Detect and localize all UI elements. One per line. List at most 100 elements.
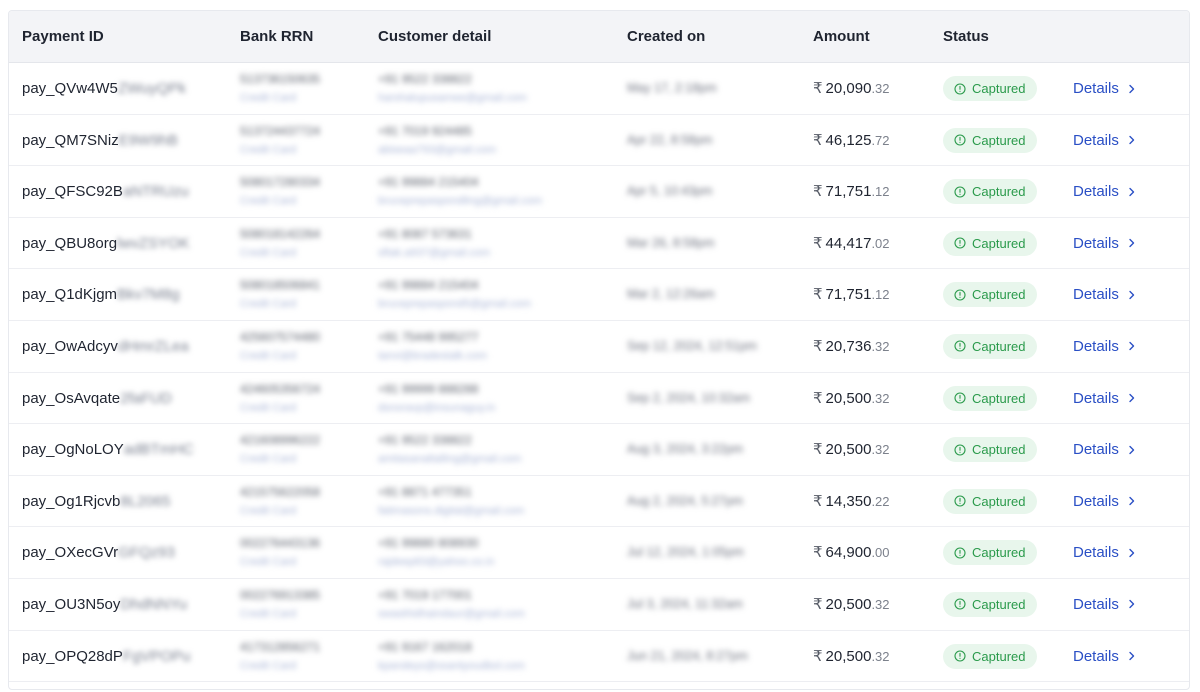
payment-id-redacted: E9W9hB <box>118 131 178 149</box>
created-on-cell: Jul 12, 2024, 1:05pm <box>627 527 807 578</box>
clock-circle-icon <box>954 650 966 662</box>
created-on-value: Aug 2, 2024, 5:27pm <box>627 493 744 508</box>
amount-value: ₹20,500.32 <box>813 441 890 458</box>
table-row[interactable]: pay_OU3N5oyDhdNNYu 002276913385 Credit Car… <box>9 579 1189 631</box>
status-badge: Captured <box>943 385 1038 411</box>
bank-rrn-value: 508018506841 <box>240 278 321 293</box>
amount-integer: 71,751 <box>825 286 872 304</box>
details-cell: Details <box>1073 476 1173 527</box>
status-badge: Captured <box>943 437 1038 463</box>
table-row[interactable]: pay_QFSC92BaNTRUzu 508017280334 Credit Car… <box>9 166 1189 218</box>
payment-id[interactable]: pay_QM7SNizE9W9hB <box>22 132 178 149</box>
payment-id-cell: pay_OXecGVrGFQz93 <box>22 527 232 578</box>
table-row[interactable]: pay_Og1Rjcvb8L2065 421575622058 Credit Car… <box>9 476 1189 528</box>
payment-id[interactable]: pay_OPQ28dPFgVPOPu <box>22 648 190 665</box>
payment-id-cell: pay_OU3N5oyDhdNNYu <box>22 579 232 630</box>
table-row[interactable]: pay_OsAvqate2faFUD 424605356724 Credit Car… <box>9 373 1189 425</box>
chevron-right-icon <box>1129 84 1135 93</box>
status-label: Captured <box>972 648 1026 664</box>
bank-rrn-value: 002276913385 <box>240 587 321 602</box>
details-link[interactable]: Details <box>1073 631 1137 682</box>
bank-rrn-cell: 513736150635 Credit Card <box>240 63 370 114</box>
rupee-icon: ₹ <box>813 492 823 510</box>
details-link[interactable]: Details <box>1073 269 1137 320</box>
payment-id-redacted: adBTmHC <box>123 441 194 459</box>
details-link[interactable]: Details <box>1073 218 1137 269</box>
created-on-cell: Aug 2, 2024, 5:27pm <box>627 476 807 527</box>
payment-id-visible: pay_OU3N5oy <box>22 595 121 613</box>
status-cell: Captured <box>943 269 1063 320</box>
table-row[interactable]: pay_QM7SNizE9W9hB 513724437724 Credit Card… <box>9 115 1189 167</box>
status-cell: Captured <box>943 218 1063 269</box>
table-header: Payment ID Bank RRN Customer detail Crea… <box>9 11 1189 63</box>
status-label: Captured <box>972 287 1026 303</box>
bank-rrn-value: 425607574480 <box>240 329 321 344</box>
status-badge: Captured <box>943 230 1038 256</box>
customer-detail-cell: +91 8871 477351 fatimasons.digital@gmail.… <box>378 476 618 527</box>
payment-id[interactable]: pay_OgNoLOYadBTmHC <box>22 441 194 458</box>
payment-id-redacted: Bkv7M8g <box>117 286 180 304</box>
payment-method: Credit Card <box>240 195 297 208</box>
customer-phone: +91 99884 215404 <box>378 175 479 190</box>
table-row[interactable]: pay_QBU8orglwvZSYOK 508018142264 Credit Ca… <box>9 218 1189 270</box>
details-link[interactable]: Details <box>1073 424 1137 475</box>
payment-id-redacted: FgVPOPu <box>122 647 191 665</box>
payment-id[interactable]: pay_OsAvqate2faFUD <box>22 390 172 407</box>
amount-value: ₹20,736.32 <box>813 338 890 355</box>
details-link[interactable]: Details <box>1073 63 1137 114</box>
table-row[interactable]: pay_Q1dKjgmBkv7M8g 508018506841 Credit Car… <box>9 269 1189 321</box>
customer-phone: +91 8087 573631 <box>378 226 472 241</box>
status-cell: Captured <box>943 424 1063 475</box>
payment-id[interactable]: pay_Og1Rjcvb8L2065 <box>22 493 170 510</box>
bank-rrn-cell: 508018506841 Credit Card <box>240 269 370 320</box>
status-cell: Captured <box>943 476 1063 527</box>
payment-id-cell: pay_QVw4W5ZWuyQPk <box>22 63 232 114</box>
details-link[interactable]: Details <box>1073 166 1137 217</box>
bank-rrn-cell: 424605356724 Credit Card <box>240 373 370 424</box>
amount-cell: ₹46,125.72 <box>813 115 938 166</box>
details-link[interactable]: Details <box>1073 373 1137 424</box>
payment-id[interactable]: pay_OwAdcyvdHmrZLea <box>22 338 189 355</box>
status-label: Captured <box>972 596 1026 612</box>
created-on-value: Jul 12, 2024, 1:05pm <box>627 545 744 560</box>
bank-rrn-value: 513724437724 <box>240 123 321 138</box>
amount-cell: ₹71,751.12 <box>813 269 938 320</box>
status-cell: Captured <box>943 166 1063 217</box>
header-customer-detail: Customer detail <box>378 28 492 45</box>
created-on-value: Sep 12, 2024, 12:51pm <box>627 338 757 353</box>
payment-id[interactable]: pay_OXecGVrGFQz93 <box>22 544 175 561</box>
payment-id[interactable]: pay_Q1dKjgmBkv7M8g <box>22 286 180 303</box>
status-label: Captured <box>972 184 1026 200</box>
details-link[interactable]: Details <box>1073 476 1137 527</box>
amount-value: ₹71,751.12 <box>813 183 890 200</box>
status-badge: Captured <box>943 591 1038 617</box>
table-row[interactable]: pay_OXecGVrGFQz93 002276443136 Credit Card… <box>9 527 1189 579</box>
clock-circle-icon <box>954 444 966 456</box>
amount-integer: 64,900 <box>825 544 872 562</box>
table-row[interactable]: pay_OPQ28dPFgVPOPu 417312856271 Credit Car… <box>9 631 1189 683</box>
payment-id-visible: pay_Q1dKjgm <box>22 286 118 304</box>
details-cell: Details <box>1073 218 1173 269</box>
details-link[interactable]: Details <box>1073 579 1137 630</box>
details-cell: Details <box>1073 579 1173 630</box>
status-cell: Captured <box>943 63 1063 114</box>
payment-id[interactable]: pay_OU3N5oyDhdNNYu <box>22 596 187 613</box>
table-row[interactable]: pay_OwAdcyvdHmrZLea 425607574480 Credit Ca… <box>9 321 1189 373</box>
payment-id[interactable]: pay_QVw4W5ZWuyQPk <box>22 80 186 97</box>
payment-id-cell: pay_OsAvqate2faFUD <box>22 373 232 424</box>
details-link[interactable]: Details <box>1073 321 1137 372</box>
status-label: Captured <box>972 493 1026 509</box>
details-link[interactable]: Details <box>1073 115 1137 166</box>
customer-email: abiseaa793@gmail.com <box>378 143 497 156</box>
amount-cell: ₹20,500.32 <box>813 424 938 475</box>
bank-rrn-cell: 002276443136 Credit Card <box>240 527 370 578</box>
amount-value: ₹71,751.12 <box>813 286 890 303</box>
details-link[interactable]: Details <box>1073 527 1137 578</box>
payment-id[interactable]: pay_QBU8orglwvZSYOK <box>22 235 190 252</box>
status-cell: Captured <box>943 115 1063 166</box>
payment-id[interactable]: pay_QFSC92BaNTRUzu <box>22 183 189 200</box>
bank-rrn-cell: 508018142264 Credit Card <box>240 218 370 269</box>
table-row[interactable]: pay_QVw4W5ZWuyQPk 513736150635 Credit Card… <box>9 63 1189 115</box>
table-row[interactable]: pay_OgNoLOYadBTmHC 421608996222 Credit Car… <box>9 424 1189 476</box>
amount-cell: ₹14,350.22 <box>813 476 938 527</box>
